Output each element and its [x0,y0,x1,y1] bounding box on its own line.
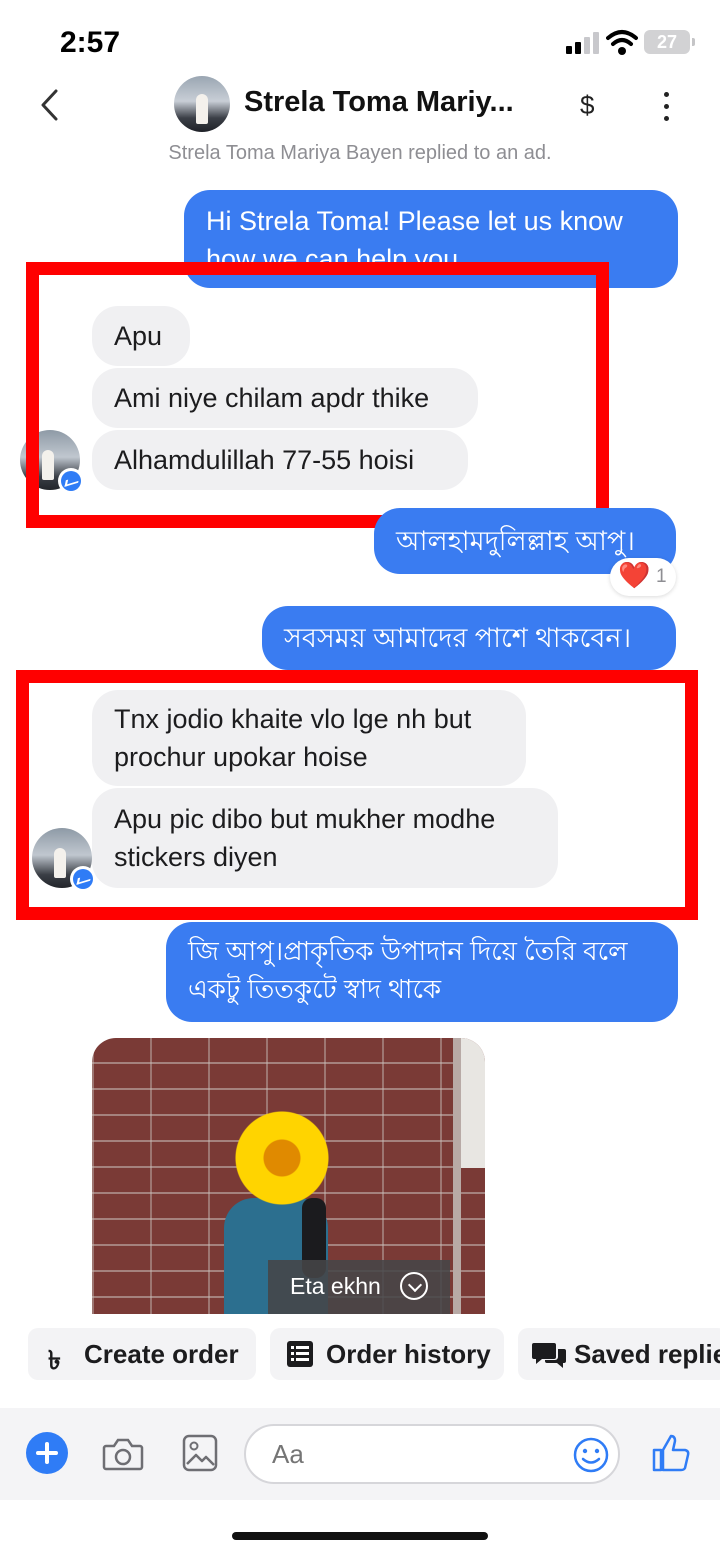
chat-bubbles-icon [532,1343,566,1368]
emoji-icon[interactable] [572,1436,610,1474]
reaction-count: 1 [656,566,667,587]
more-icon[interactable] [656,90,678,124]
camera-icon[interactable] [102,1436,144,1472]
outgoing-message[interactable]: জি আপু।প্রাকৃতিক উপাদান দিয়ে তৈরি বলে এ… [166,922,678,1022]
message-composer [0,1408,720,1500]
thumbs-up-icon[interactable] [650,1432,692,1474]
conversation-header: Strela Toma Mariy... $ [0,70,720,142]
contact-avatar[interactable] [174,76,230,132]
ad-reply-note: Strela Toma Mariya Bayen replied to an a… [168,142,552,164]
highlight-box [16,670,698,920]
chevron-down-icon [400,1272,428,1300]
dollar-icon[interactable]: $ [580,90,594,121]
gallery-icon[interactable] [182,1434,218,1472]
back-icon[interactable] [38,88,62,122]
wifi-icon [606,30,638,55]
highlight-box [26,262,609,528]
saved-replies-button[interactable]: Saved replie [518,1328,720,1380]
order-history-button[interactable]: Order history [270,1328,504,1380]
list-icon [287,1341,313,1367]
message-input[interactable] [244,1424,620,1484]
photo-caption[interactable]: Eta ekhn [268,1260,450,1314]
contact-name[interactable]: Strela Toma Mariy... [244,86,514,119]
sunflower-sticker [228,1104,336,1212]
heart-icon: ❤️ [618,560,651,590]
battery-indicator: 27 [644,30,695,54]
plus-icon[interactable] [26,1432,68,1474]
quick-actions-bar: ৳ Create order Order history Saved repli… [0,1328,720,1380]
outgoing-message[interactable]: সবসময় আমাদের পাশে থাকবেন। [262,606,676,670]
status-time: 2:57 [60,26,121,59]
status-bar: 2:57 27 [0,0,720,80]
home-indicator [232,1532,488,1540]
taka-icon: ৳ [48,1345,61,1375]
reaction-badge[interactable]: ❤️ 1 [610,558,676,596]
signal-icon [566,32,602,54]
create-order-button[interactable]: ৳ Create order [28,1328,256,1380]
